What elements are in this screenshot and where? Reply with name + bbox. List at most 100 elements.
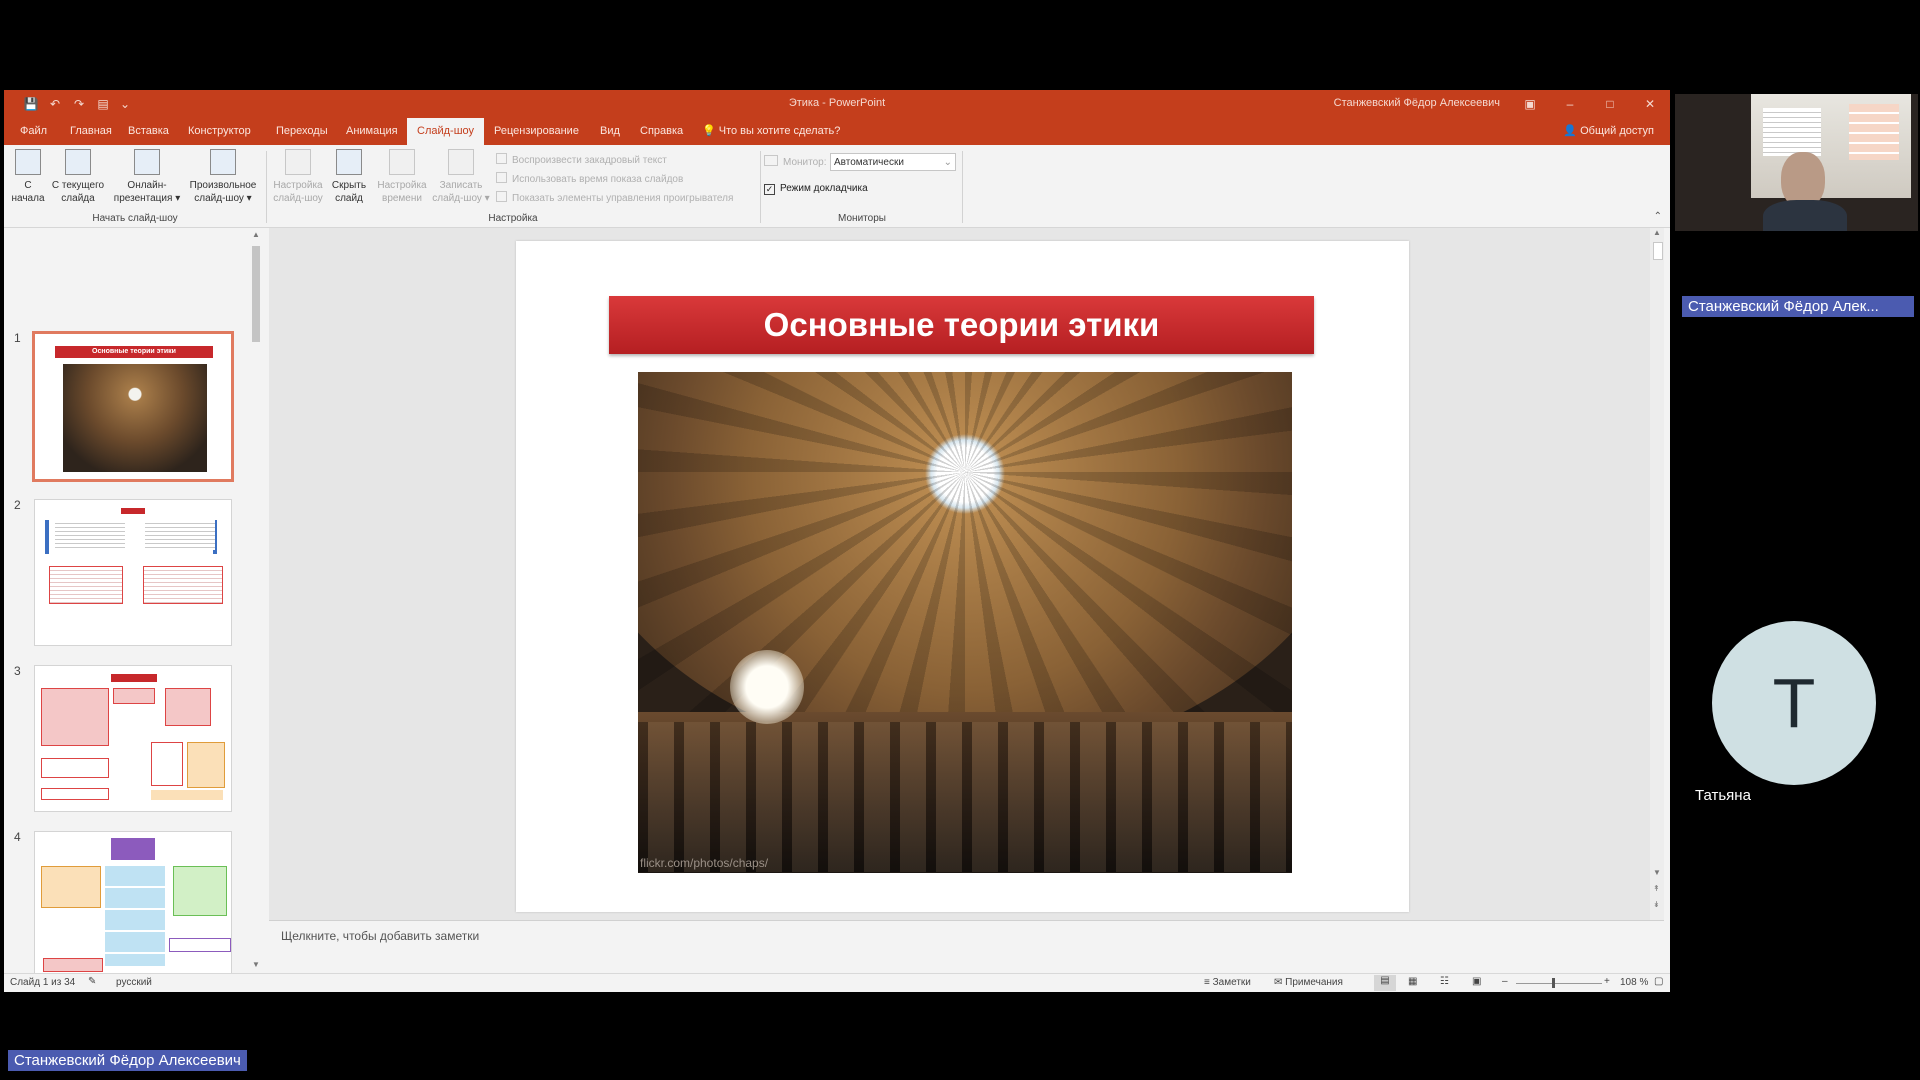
tab-home[interactable]: Главная bbox=[60, 118, 122, 145]
thumb-pantheon-image bbox=[63, 364, 207, 472]
maximize-icon[interactable]: □ bbox=[1590, 90, 1630, 118]
setup-slideshow-button[interactable]: Настройка слайд-шоу bbox=[268, 149, 328, 211]
slide-thumbnail-1[interactable]: Основные теории этики bbox=[32, 331, 234, 482]
next-slide-icon[interactable]: ↡ bbox=[1653, 900, 1660, 909]
notes-icon: ≡ bbox=[1204, 977, 1210, 988]
group-setup: Настройка bbox=[488, 213, 538, 224]
online-presentation-icon bbox=[134, 149, 160, 175]
zoom-slider[interactable] bbox=[1516, 983, 1602, 984]
notes-toggle[interactable]: ≡ Заметки bbox=[1204, 977, 1251, 988]
active-speaker-name-tag: Станжевский Фёдор Алексеевич bbox=[8, 1050, 247, 1071]
from-start-button[interactable]: С начала bbox=[8, 149, 48, 211]
tell-me-box[interactable]: 💡 Что вы хотите сделать? bbox=[692, 118, 850, 145]
custom-slideshow-icon bbox=[210, 149, 236, 175]
notes-placeholder[interactable]: Щелкните, чтобы добавить заметки bbox=[281, 929, 479, 943]
scroll-down-icon[interactable]: ▼ bbox=[252, 960, 260, 969]
tab-transitions[interactable]: Переходы bbox=[266, 118, 338, 145]
editor-scrollbar[interactable]: ▲ ▼ ↟ ↡ bbox=[1650, 228, 1664, 920]
zoom-level[interactable]: 108 % bbox=[1620, 977, 1648, 988]
show-controls-checkbox[interactable]: Показать элементы управления проигрывате… bbox=[496, 191, 733, 207]
participant-name: Татьяна bbox=[1695, 787, 1751, 804]
language-indicator[interactable]: русский bbox=[116, 977, 152, 988]
group-divider bbox=[760, 151, 761, 223]
zoom-slider-handle[interactable] bbox=[1552, 978, 1555, 988]
scrollbar-thumb[interactable] bbox=[1653, 242, 1663, 260]
presenter-video[interactable] bbox=[1675, 94, 1918, 231]
custom-slideshow-button[interactable]: Произвольное слайд-шоу ▾ bbox=[184, 149, 262, 211]
slideshow-view-icon[interactable]: ▣ bbox=[1472, 976, 1481, 987]
tab-insert[interactable]: Вставка bbox=[118, 118, 179, 145]
scroll-down-icon[interactable]: ▼ bbox=[1653, 868, 1661, 877]
slideshow-current-icon bbox=[65, 149, 91, 175]
slide-canvas[interactable]: Основные теории этики flickr.com/photos/… bbox=[516, 241, 1409, 912]
photo-credit: flickr.com/photos/chaps/ bbox=[640, 856, 769, 870]
status-bar: Слайд 1 из 34 ✎ русский ≡ Заметки ✉ Прим… bbox=[4, 973, 1670, 992]
share-button[interactable]: 👤 Общий доступ bbox=[1553, 118, 1664, 145]
presenter-name-tag: Станжевский Фёдор Алек... bbox=[1682, 296, 1914, 317]
previous-slide-icon[interactable]: ↟ bbox=[1653, 884, 1660, 893]
tab-file[interactable]: Файл bbox=[10, 118, 57, 145]
tab-review[interactable]: Рецензирование bbox=[484, 118, 589, 145]
slide-title[interactable]: Основные теории этики bbox=[609, 296, 1314, 354]
from-current-button[interactable]: С текущего слайда bbox=[48, 149, 108, 211]
rehearse-timings-icon bbox=[389, 149, 415, 175]
notes-pane[interactable]: Щелкните, чтобы добавить заметки bbox=[269, 920, 1664, 974]
slide-thumbnail-3[interactable] bbox=[34, 665, 232, 812]
presenter-body bbox=[1763, 200, 1847, 231]
thumbnails-scrollbar[interactable]: ▲ ▼ bbox=[250, 228, 262, 973]
person-icon: 👤 bbox=[1563, 125, 1578, 137]
tab-help[interactable]: Справка bbox=[630, 118, 693, 145]
thumb-title: Основные теории этики bbox=[55, 346, 213, 358]
ribbon-tabs: Файл Главная Вставка Конструктор Переход… bbox=[4, 118, 1670, 145]
thumb-number: 2 bbox=[14, 498, 21, 512]
record-slideshow-icon bbox=[448, 149, 474, 175]
lightbulb-icon: 💡 bbox=[702, 125, 716, 137]
group-divider bbox=[266, 151, 267, 223]
comments-toggle[interactable]: ✉ Примечания bbox=[1274, 977, 1343, 988]
zoom-in-icon[interactable]: + bbox=[1604, 976, 1610, 987]
slideshow-start-icon bbox=[15, 149, 41, 175]
slide-pantheon-photo[interactable]: flickr.com/photos/chaps/ bbox=[638, 372, 1292, 873]
fit-to-window-icon[interactable]: ▢ bbox=[1654, 976, 1663, 987]
slide-sorter-icon[interactable]: ▦ bbox=[1408, 976, 1417, 987]
thumb-number: 3 bbox=[14, 664, 21, 678]
ribbon-display-icon[interactable]: ▣ bbox=[1510, 90, 1550, 118]
participant-avatar[interactable]: Т bbox=[1712, 621, 1876, 785]
play-narrations-checkbox[interactable]: Воспроизвести закадровый текст bbox=[496, 153, 667, 169]
scroll-up-icon[interactable]: ▲ bbox=[1653, 228, 1661, 237]
thumb-number: 4 bbox=[14, 830, 21, 844]
presenter-view-checkbox[interactable]: ✓ Режим докладчика bbox=[764, 181, 868, 197]
zoom-out-icon[interactable]: – bbox=[1502, 976, 1508, 987]
tab-design[interactable]: Конструктор bbox=[178, 118, 261, 145]
reading-view-icon[interactable]: ☷ bbox=[1440, 976, 1449, 987]
tab-view[interactable]: Вид bbox=[590, 118, 630, 145]
tab-animations[interactable]: Анимация bbox=[336, 118, 408, 145]
close-icon[interactable]: ✕ bbox=[1630, 90, 1670, 118]
sun-glare bbox=[730, 650, 804, 724]
ribbon: С начала С текущего слайда Онлайн- презе… bbox=[4, 145, 1670, 228]
monitor-select[interactable]: Автоматически ⌄ bbox=[830, 153, 956, 171]
setup-slideshow-icon bbox=[285, 149, 311, 175]
account-name[interactable]: Станжевский Фёдор Алексеевич bbox=[1334, 97, 1500, 109]
online-presentation-button[interactable]: Онлайн- презентация ▾ bbox=[110, 149, 184, 211]
tab-slideshow[interactable]: Слайд-шоу bbox=[407, 118, 485, 145]
spellcheck-icon[interactable]: ✎ bbox=[88, 976, 96, 987]
scroll-up-icon[interactable]: ▲ bbox=[252, 230, 260, 239]
thumb-number: 1 bbox=[14, 331, 21, 345]
hide-slide-button[interactable]: Скрыть слайд bbox=[324, 149, 374, 211]
hide-slide-icon bbox=[336, 149, 362, 175]
share-label: Общий доступ bbox=[1580, 125, 1654, 137]
rehearse-timings-button[interactable]: Настройка времени bbox=[372, 149, 432, 211]
slide-thumbnail-2[interactable] bbox=[34, 499, 232, 646]
normal-view-icon[interactable]: ▤ bbox=[1374, 975, 1396, 991]
scrollbar-thumb[interactable] bbox=[252, 246, 260, 342]
use-timings-checkbox[interactable]: Использовать время показа слайдов bbox=[496, 172, 683, 188]
slide-thumbnail-4[interactable] bbox=[34, 831, 232, 978]
minimize-icon[interactable]: – bbox=[1550, 90, 1590, 118]
group-start-slideshow: Начать слайд-шоу bbox=[92, 213, 178, 224]
record-slideshow-button[interactable]: Записать слайд-шоу ▾ bbox=[430, 149, 492, 211]
monitor-label: Монитор: bbox=[764, 155, 826, 171]
collapse-ribbon-icon[interactable]: ⌃ bbox=[1654, 211, 1662, 222]
group-monitors: Мониторы bbox=[838, 213, 886, 224]
slide-counter: Слайд 1 из 34 bbox=[10, 977, 76, 988]
